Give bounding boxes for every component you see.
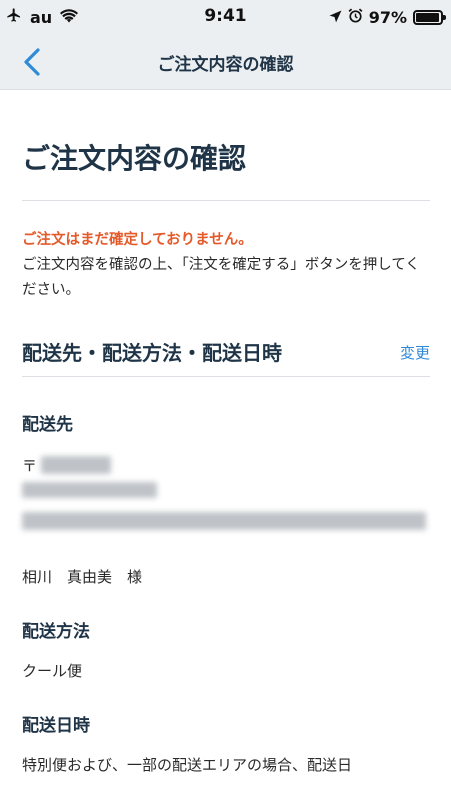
postal-code-redacted (41, 456, 112, 474)
order-notice: ご注文はまだ確定しておりません。 ご注文内容を確認の上、「注文を確定する」ボタン… (22, 228, 430, 303)
recipient-name: 相川 真由美 様 (22, 568, 143, 586)
battery-level (416, 12, 440, 22)
delivery-datetime-label: 配送日時 (22, 716, 90, 736)
alarm-clock-icon (348, 8, 363, 27)
change-shipping-link[interactable]: 変更 (400, 339, 430, 367)
address-line-redacted (22, 512, 426, 530)
not-confirmed-warning: ご注文はまだ確定しておりません。 (22, 232, 253, 248)
shipping-section-title: 配送先・配送方法・配送日時 (22, 341, 282, 365)
shipping-section-header: 配送先・配送方法・配送日時 変更 (22, 339, 430, 379)
nav-title: ご注文内容の確認 (157, 55, 294, 75)
address-label: 配送先 (22, 415, 73, 435)
confirm-instruction: ご注文内容を確認の上、「注文を確定する」ボタンを押してください。 (22, 257, 420, 298)
postal-mark: 〒 (22, 456, 38, 475)
section-divider (22, 376, 430, 377)
page-title: ご注文内容の確認 (22, 142, 247, 175)
battery-percent: 97% (368, 7, 407, 27)
delivery-datetime-text: 特別便および、一部の配送エリアの場合、配送日 (22, 756, 353, 774)
status-bar: au 9:41 97% (0, 0, 451, 34)
location-arrow-icon (329, 8, 342, 27)
title-divider (22, 200, 430, 201)
postal-code-row: 〒 (22, 454, 430, 476)
address-line-redacted (22, 482, 157, 498)
battery-icon (413, 9, 446, 25)
shipping-method-value: クール便 (22, 662, 83, 680)
order-confirmation-content: ご注文内容の確認 ご注文はまだ確定しておりません。 ご注文内容を確認の上、「注文… (22, 90, 430, 776)
navigation-bar: ご注文内容の確認 (0, 34, 451, 90)
status-right: 97% (329, 6, 446, 28)
shipping-method-label: 配送方法 (22, 622, 90, 642)
